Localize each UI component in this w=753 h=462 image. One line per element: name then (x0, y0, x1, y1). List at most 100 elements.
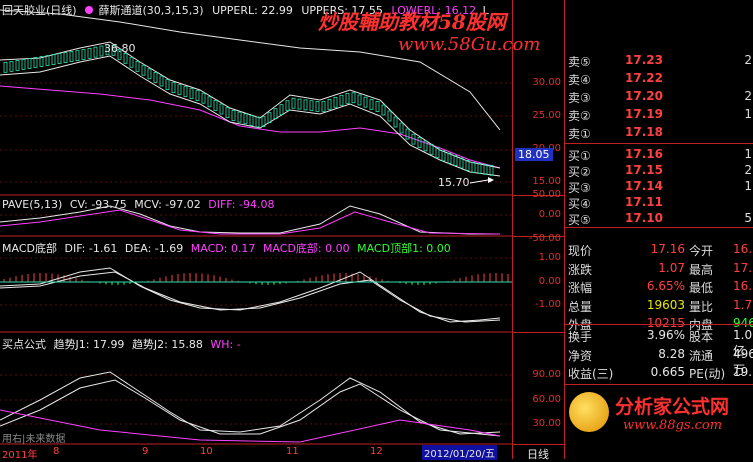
ask-label: 卖① (568, 127, 591, 141)
candle (279, 104, 284, 116)
ask-row[interactable]: 卖③ 17.20 2 (565, 88, 753, 105)
low-note: 15.70 (438, 176, 470, 189)
macd-bottom: MACD底部: 0.00 (262, 242, 350, 255)
stats-row: 涨幅 6.65% 最低 16.2 (565, 278, 753, 296)
y-axis-area: 30.00 25.00 20.00 15.00 18.05 50.00 0.00… (512, 0, 565, 462)
macd-dif-line (0, 267, 501, 323)
candle (285, 100, 290, 112)
stat-label: 涨跌 (568, 262, 593, 277)
trend-wh-line (0, 409, 501, 443)
ask-label: 卖③ (568, 91, 591, 105)
macd-value: MACD: 0.17 (190, 242, 256, 255)
stat-label-2: 量比 (689, 299, 714, 314)
ask-label: 卖⑤ (568, 55, 591, 69)
candle (297, 98, 302, 110)
fund-label: 换手 (568, 330, 593, 344)
pave-diff: DIFF: -94.08 (208, 198, 275, 211)
candle (153, 72, 158, 83)
candle (87, 48, 92, 59)
date-month-11: 11 (286, 446, 299, 457)
candle (333, 96, 338, 108)
trend-label: 买点公式 (2, 338, 46, 351)
candle (471, 161, 476, 173)
ask-row[interactable]: 卖① 17.18 (565, 124, 753, 141)
candle (147, 68, 152, 80)
trend-j2-line (0, 379, 501, 437)
ask-row[interactable]: 卖④ 17.22 (565, 70, 753, 87)
candle (75, 50, 80, 62)
stats-row: 总量 19603 量比 1.7 (565, 297, 753, 315)
upperl-value: UPPERL: 22.99 (212, 4, 293, 17)
pave-mcv: MCV: -97.02 (134, 198, 201, 211)
candle (21, 59, 26, 70)
candle (195, 90, 200, 102)
pave-diff-line (0, 209, 501, 235)
quote-panel: 卖⑤ 17.23 2 卖④ 17.22 卖③ 17.20 2 卖② 17.19 1 卖① 17.18 买… (564, 0, 753, 459)
candle (57, 53, 62, 64)
candlesticks (3, 44, 494, 176)
bid-row[interactable]: 买③ 17.14 1 (565, 178, 753, 195)
stat-value: 6.65% (646, 279, 685, 293)
macd-dif: DIF: -1.61 (64, 242, 118, 255)
date-month-12: 12 (370, 446, 383, 457)
bid-volume: 5 (744, 211, 752, 225)
fund-label: 净资 (568, 348, 593, 363)
fund-value: 0.665 (650, 365, 685, 379)
candle (321, 100, 326, 112)
bid-row[interactable]: 买① 17.16 1 (565, 146, 753, 163)
y-axis-pave-1: 0.00 (538, 209, 561, 220)
candle (327, 98, 332, 110)
ask-row[interactable]: 卖② 17.19 1 (565, 106, 753, 123)
bid-row[interactable]: 买② 17.15 2 (565, 162, 753, 179)
ask-price: 17.20 (625, 89, 663, 103)
candle (165, 79, 170, 90)
candle (273, 108, 278, 120)
ask-volume: 2 (744, 53, 752, 67)
bid-price: 17.15 (625, 163, 663, 177)
price-chart-canvas[interactable] (0, 0, 512, 459)
chart-area[interactable]: 回天胶业(日线) 薛斯通道(30,3,15,3) UPPERL: 22.99 U… (0, 0, 540, 461)
fund-value: 3.96% (646, 328, 685, 342)
ask-row[interactable]: 卖⑤ 17.23 2 (565, 52, 753, 69)
cursor-date: 2012/01/20/五 (422, 445, 498, 460)
candle (51, 54, 56, 65)
candle (249, 114, 254, 126)
stat-value: 19603 (646, 297, 685, 312)
candle (369, 98, 374, 110)
y-axis-trend-0: 90.00 (532, 369, 561, 380)
stat-label-2: 最高 (689, 262, 714, 277)
candle (339, 94, 344, 106)
candle (33, 57, 38, 68)
stock-label: 回天胶业(日线) (2, 4, 77, 17)
candle (27, 58, 32, 69)
stat-value-2: 17.7 (733, 260, 753, 275)
bid-row[interactable]: 买⑤ 17.10 5 (565, 210, 753, 227)
date-month-10: 10 (200, 446, 213, 457)
period-tab-daily[interactable]: 日线 (527, 446, 549, 462)
stats-row: 涨跌 1.07 最高 17.7 (565, 260, 753, 278)
macd-label: MACD底部 (2, 242, 57, 255)
candle (69, 51, 74, 63)
ask-volume: 1 (744, 107, 752, 121)
bid-row[interactable]: 买④ 17.11 (565, 194, 753, 211)
trend-j1: 趋势J1: 17.99 (53, 338, 125, 351)
candle (393, 116, 398, 128)
candle (15, 60, 20, 71)
bid-volume: 2 (744, 163, 752, 177)
fundamentals-row: 换手3.96%股本1.06亿 (565, 327, 753, 358)
high-note: 36.80 (104, 42, 136, 55)
fundamentals-row: 净资8.28流通4964万 (565, 346, 753, 377)
ask-label: 卖② (568, 109, 591, 123)
trend-j2: 趋势J2: 15.88 (131, 338, 203, 351)
candle (303, 99, 308, 111)
candle (213, 100, 218, 111)
bid-label: 买⑤ (568, 213, 591, 227)
stat-label: 涨幅 (568, 281, 593, 295)
ask-volume: 2 (744, 89, 752, 103)
candle (189, 88, 194, 100)
y-axis-macd-0: 1.00 (538, 252, 561, 263)
macd-top: MACD顶部1: 0.00 (357, 242, 451, 255)
fund-value: 8.28 (658, 346, 685, 361)
bid-price: 17.14 (625, 179, 663, 193)
y-axis-main-1: 25.00 (532, 110, 561, 121)
